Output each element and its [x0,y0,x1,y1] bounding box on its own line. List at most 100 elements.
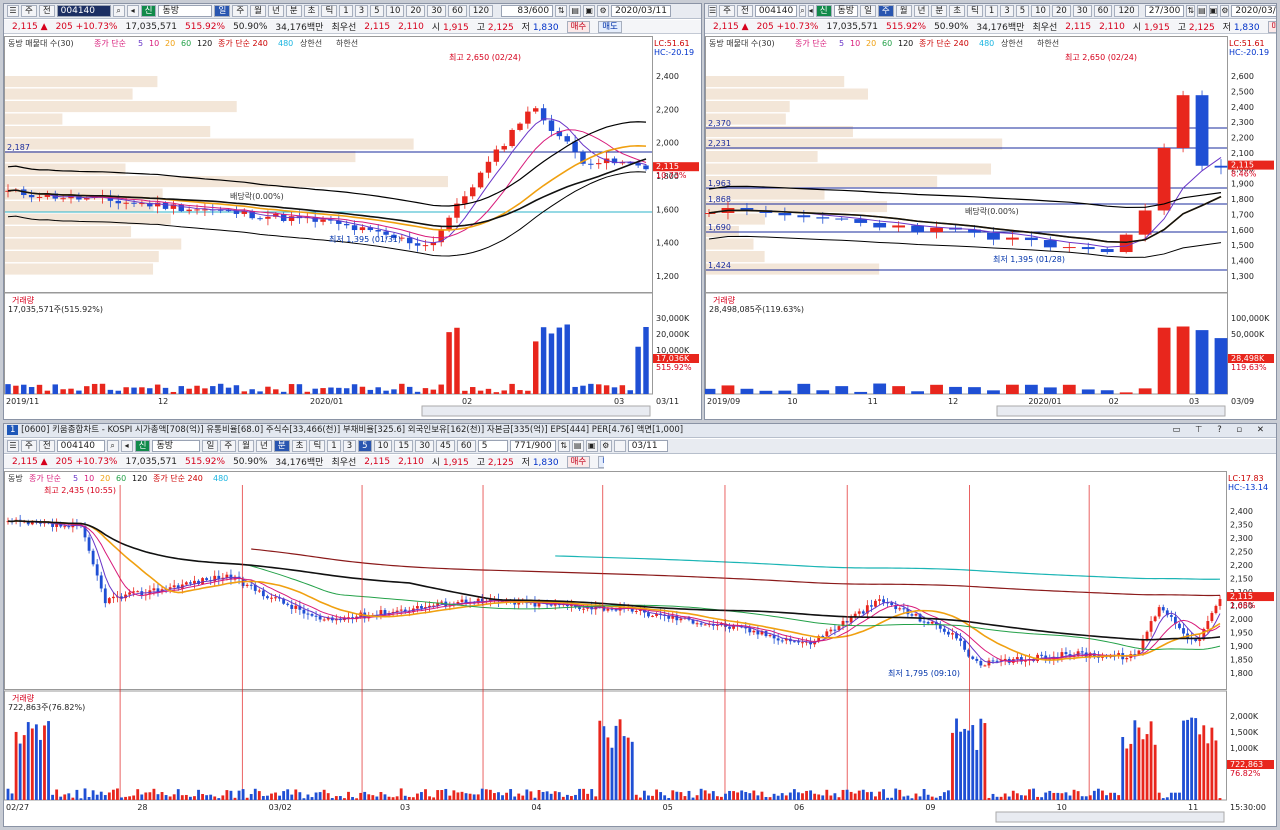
stock-code-input[interactable]: 004140 [56,440,105,452]
period-year[interactable]: 년 [267,5,284,17]
buy-button[interactable]: 매수 [566,20,591,33]
min-20[interactable]: 20 [406,5,426,17]
candle-body [63,526,67,528]
period-day[interactable]: 일 [214,5,231,17]
bmin-10[interactable]: 10 [373,440,393,452]
menu-icon[interactable]: ☰ [7,5,19,17]
print-icon[interactable]: ▤ [571,440,584,452]
bmin-45[interactable]: 45 [436,440,455,452]
candle-body [274,597,277,599]
settings-icon[interactable]: ⚙ [1220,5,1230,17]
sell-button[interactable]: 매도 [598,20,622,33]
min-60[interactable]: 60 [1093,5,1113,17]
menu-icon[interactable]: ☰ [708,5,718,17]
date-input[interactable]: 2020/03/11 [611,5,672,17]
bmin-15[interactable]: 15 [394,440,414,452]
min-120[interactable]: 120 [468,5,494,17]
min-10[interactable]: 10 [385,5,405,17]
period-month[interactable]: 월 [250,5,266,17]
all-button[interactable]: 전 [38,5,55,17]
period-week[interactable]: 주 [232,5,249,17]
bar-count-input[interactable]: 771/900 [509,440,556,452]
min-1[interactable]: 1 [339,5,353,17]
period-minute[interactable]: 분 [285,5,302,17]
bar-count-input[interactable]: 27/300 [1144,5,1185,17]
print-icon[interactable]: ▤ [569,5,582,17]
prev-stock-icon[interactable]: ◂ [120,440,133,452]
sell-button[interactable]: 매도 [598,455,604,468]
chart-tool-icon[interactable]: ⇅ [555,5,568,17]
min-3[interactable]: 3 [354,5,369,17]
period-minute[interactable]: 분 [931,5,948,17]
period-tick[interactable]: 틱 [967,5,983,17]
volume-bar [845,789,849,800]
period-second[interactable]: 초 [291,440,308,452]
bar-count-input[interactable]: 83/600 [501,5,554,17]
stock-type-button[interactable]: 주 [21,5,37,17]
min-120[interactable]: 120 [1114,5,1139,17]
quote-pref-label: 최우선 [1032,23,1058,33]
min-20[interactable]: 20 [1051,5,1071,17]
period-tick[interactable]: 틱 [321,5,338,17]
stock-type-button[interactable]: 주 [719,5,735,17]
buy-button[interactable]: 매수 [566,455,591,468]
save-icon[interactable]: ▣ [585,440,598,452]
min-60[interactable]: 60 [448,5,467,17]
min-30[interactable]: 30 [1072,5,1092,17]
stock-type-button[interactable]: 주 [21,440,37,452]
min-3[interactable]: 3 [1000,5,1014,17]
stock-code-input[interactable]: 004140 [754,5,798,17]
search-icon[interactable]: ⌕ [799,5,806,17]
date-input[interactable]: 03/11 [627,440,668,452]
min-5[interactable]: 5 [370,5,384,17]
save-icon[interactable]: ▣ [1208,5,1219,17]
period-week[interactable]: 주 [877,5,894,17]
period-day[interactable]: 일 [860,5,876,17]
date-input[interactable]: 2020/03/0 [1231,5,1276,17]
period-minute[interactable]: 분 [273,440,290,452]
print-icon[interactable]: ▤ [1197,5,1207,17]
save-icon[interactable]: ▣ [583,5,596,17]
period-year[interactable]: 년 [255,440,272,452]
left-price-chart[interactable]: 동방 매물대 수(30) 종가 단순 5 10 20 60 120 종가 단순 240 480 상… [4,36,701,420]
min-10[interactable]: 10 [1031,5,1050,17]
volume-bar [983,723,987,800]
right-price-chart[interactable]: 동방 매물대 수(30) 종가 단순 5 10 20 60 120 종가 단순 240 480 상… [705,36,1276,420]
stock-code-input[interactable]: 004140 [56,5,111,17]
volume-bar [643,326,649,394]
min-5[interactable]: 5 [1015,5,1030,17]
settings-icon[interactable]: ⚙ [597,5,610,17]
bmin-3[interactable]: 3 [342,440,357,452]
legend-ma-20: 20 [100,474,110,483]
settings-icon[interactable]: ⚙ [599,440,612,452]
bmin-30[interactable]: 30 [415,440,435,452]
prev-stock-icon[interactable]: ◂ [126,5,139,17]
min-30[interactable]: 30 [427,5,447,17]
search-icon[interactable]: ⌕ [106,440,119,452]
buy-button[interactable]: 매수 [1267,20,1276,33]
period-day[interactable]: 일 [202,440,219,452]
menu-icon[interactable]: ☰ [7,440,19,452]
chart-tool-icon[interactable]: ⇅ [1186,5,1196,17]
min-1[interactable]: 1 [984,5,999,17]
period-year[interactable]: 년 [913,5,930,17]
period-second[interactable]: 초 [949,5,966,17]
period-month[interactable]: 월 [238,440,254,452]
minute-select[interactable]: 5 [477,440,508,452]
date-checkbox[interactable] [613,440,626,452]
period-second[interactable]: 초 [303,5,320,17]
all-button[interactable]: 전 [38,440,55,452]
period-tick[interactable]: 틱 [309,440,326,452]
period-week[interactable]: 주 [220,440,237,452]
period-month[interactable]: 월 [895,5,912,17]
search-icon[interactable]: ⌕ [112,5,125,17]
prev-stock-icon[interactable]: ◂ [807,5,814,17]
bmin-5[interactable]: 5 [358,440,372,452]
bmin-1[interactable]: 1 [327,440,341,452]
all-button[interactable]: 전 [737,5,753,17]
volume-bar [611,387,618,394]
bmin-60[interactable]: 60 [456,440,476,452]
window-controls[interactable]: ▭ ⊤ ? ▫ ✕ [1172,424,1270,437]
chart-tool-icon[interactable]: ⇅ [557,440,570,452]
bottom-price-chart[interactable]: 동방 종가 단순 5 10 20 60 120 종가 단순 240 480 2,400 2,350 2… [4,471,1276,826]
